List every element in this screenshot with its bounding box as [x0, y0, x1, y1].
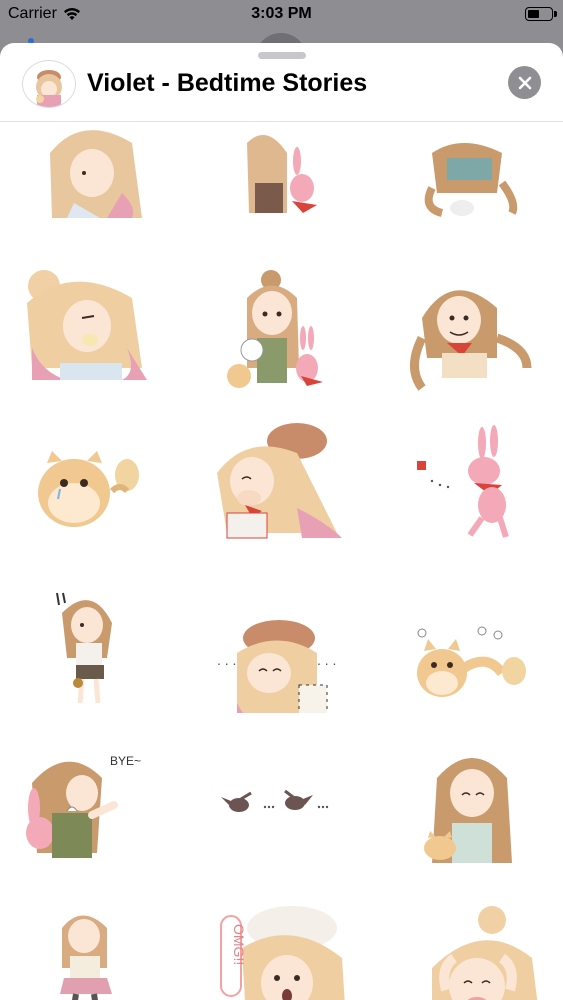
sticker-girl-beret-dots[interactable]: . . . . . .: [207, 573, 357, 713]
sticker-girl-cropped[interactable]: [12, 123, 162, 253]
sticker-crying-cat[interactable]: [12, 413, 162, 553]
sticker-girl-beret-covering-mouth[interactable]: [207, 413, 357, 553]
dots-left-text: . . .: [217, 652, 236, 668]
sticker-girl-standing-surprised[interactable]: [12, 573, 162, 713]
close-button[interactable]: [508, 66, 541, 99]
dots-right-text: . . .: [317, 652, 336, 668]
sticker-app-icon: [22, 60, 76, 108]
sticker-girl-braids-scarf[interactable]: [402, 258, 552, 398]
sticker-grid: . . . . . . BYE~ OMG!!: [0, 123, 563, 1000]
status-time: 3:03 PM: [251, 5, 312, 22]
sticker-girl-pink-skirt[interactable]: [12, 898, 162, 1000]
bye-text: BYE~: [110, 754, 141, 768]
status-bar: Carrier 3:03 PM: [0, 0, 563, 30]
sticker-girl-braids-cropped[interactable]: [402, 123, 552, 253]
sticker-sheet: Violet - Bedtime Stories . . . . . . BYE…: [0, 43, 563, 1000]
sticker-girl-bun-crying[interactable]: [402, 898, 552, 1000]
sticker-girl-bunny-cropped[interactable]: [207, 123, 357, 253]
close-icon: [518, 76, 531, 89]
sheet-grabber[interactable]: [258, 52, 306, 59]
sticker-pink-bunny-running[interactable]: [402, 413, 552, 553]
sticker-girl-bunny-bye[interactable]: BYE~: [12, 733, 162, 873]
sticker-girl-omg[interactable]: OMG!!: [207, 898, 357, 1000]
sticker-girl-long-hair-cat[interactable]: [402, 733, 552, 873]
omg-text: OMG!!: [231, 924, 247, 965]
sticker-cat-chasing[interactable]: [402, 573, 552, 713]
sheet-title: Violet - Bedtime Stories: [87, 69, 368, 97]
battery-icon: [525, 7, 557, 21]
sticker-girl-bun-chewing[interactable]: [12, 258, 162, 398]
sticker-birds-dots[interactable]: [207, 733, 357, 873]
sticker-girl-with-dog-cat-bunny[interactable]: [207, 258, 357, 398]
